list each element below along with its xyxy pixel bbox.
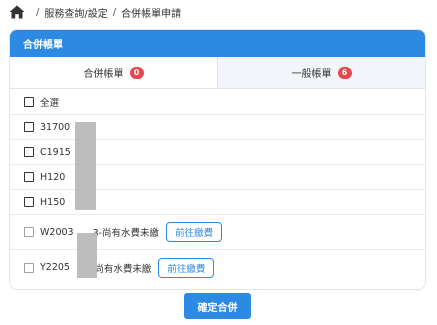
go-pay-button[interactable]: 前往繳費 [166,222,223,242]
account-label-suffix: -尚有水費未繳 [90,263,152,275]
account-label: 31700 [40,121,71,133]
merge-bill-card: 合併帳單 合併帳單 0 一般帳單 6 全選 31700 C1915 H120 H… [9,29,426,290]
bill-tabs: 合併帳單 0 一般帳單 6 [10,57,425,89]
account-checkbox-disabled [24,262,34,273]
tab-merged-bill[interactable]: 合併帳單 0 [10,57,217,88]
account-checkbox[interactable] [24,197,34,207]
select-all-row[interactable]: 全選 [10,90,425,115]
breadcrumb-separator: / [36,6,40,18]
confirm-merge-button[interactable]: 確定合併 [184,293,251,319]
unpaid-list-item: Y2205 -尚有水費未繳 前往繳費 [10,250,425,285]
list-item[interactable]: C1915 [10,140,425,165]
tab-label: 合併帳單 [83,69,124,80]
list-item[interactable]: 31700 [10,115,425,140]
count-badge: 6 [337,66,352,79]
breadcrumb-item-current: 合併帳單申請 [121,8,182,20]
account-checkbox-disabled [24,227,34,237]
card-title: 合併帳單 [10,30,425,57]
go-pay-button[interactable]: 前往繳費 [158,257,215,278]
account-label-prefix: Y2205 [40,262,70,273]
count-badge: 0 [129,66,144,79]
account-label-suffix: 3-尚有水費未繳 [92,228,160,239]
account-list: 全選 31700 C1915 H120 H150 W2003 3-尚有水費未繳 … [10,90,425,285]
breadcrumb-item-service[interactable]: 服務查詢/設定 [44,5,107,20]
account-label: C1915 [40,146,71,158]
account-label: H120 [40,171,66,183]
select-all-label: 全選 [40,98,60,109]
account-checkbox[interactable] [24,147,34,157]
unpaid-list-item: W2003 3-尚有水費未繳 前往繳費 [10,215,425,250]
list-item[interactable]: H150 [10,190,425,215]
select-all-checkbox[interactable] [24,97,34,107]
tab-label: 一般帳單 [291,69,332,80]
account-label-prefix: W2003 [40,226,74,238]
home-icon[interactable] [9,5,25,19]
breadcrumb-separator: / [112,6,117,18]
list-item[interactable]: H120 [10,165,425,190]
account-checkbox[interactable] [24,172,34,182]
redaction-mask [75,122,96,210]
account-checkbox[interactable] [24,122,34,132]
account-label: H150 [40,196,66,208]
breadcrumb: / 服務查詢/設定 / 合併帳單申請 [9,3,181,21]
tab-general-bill[interactable]: 一般帳單 6 [217,57,425,88]
redaction-mask [77,233,97,278]
